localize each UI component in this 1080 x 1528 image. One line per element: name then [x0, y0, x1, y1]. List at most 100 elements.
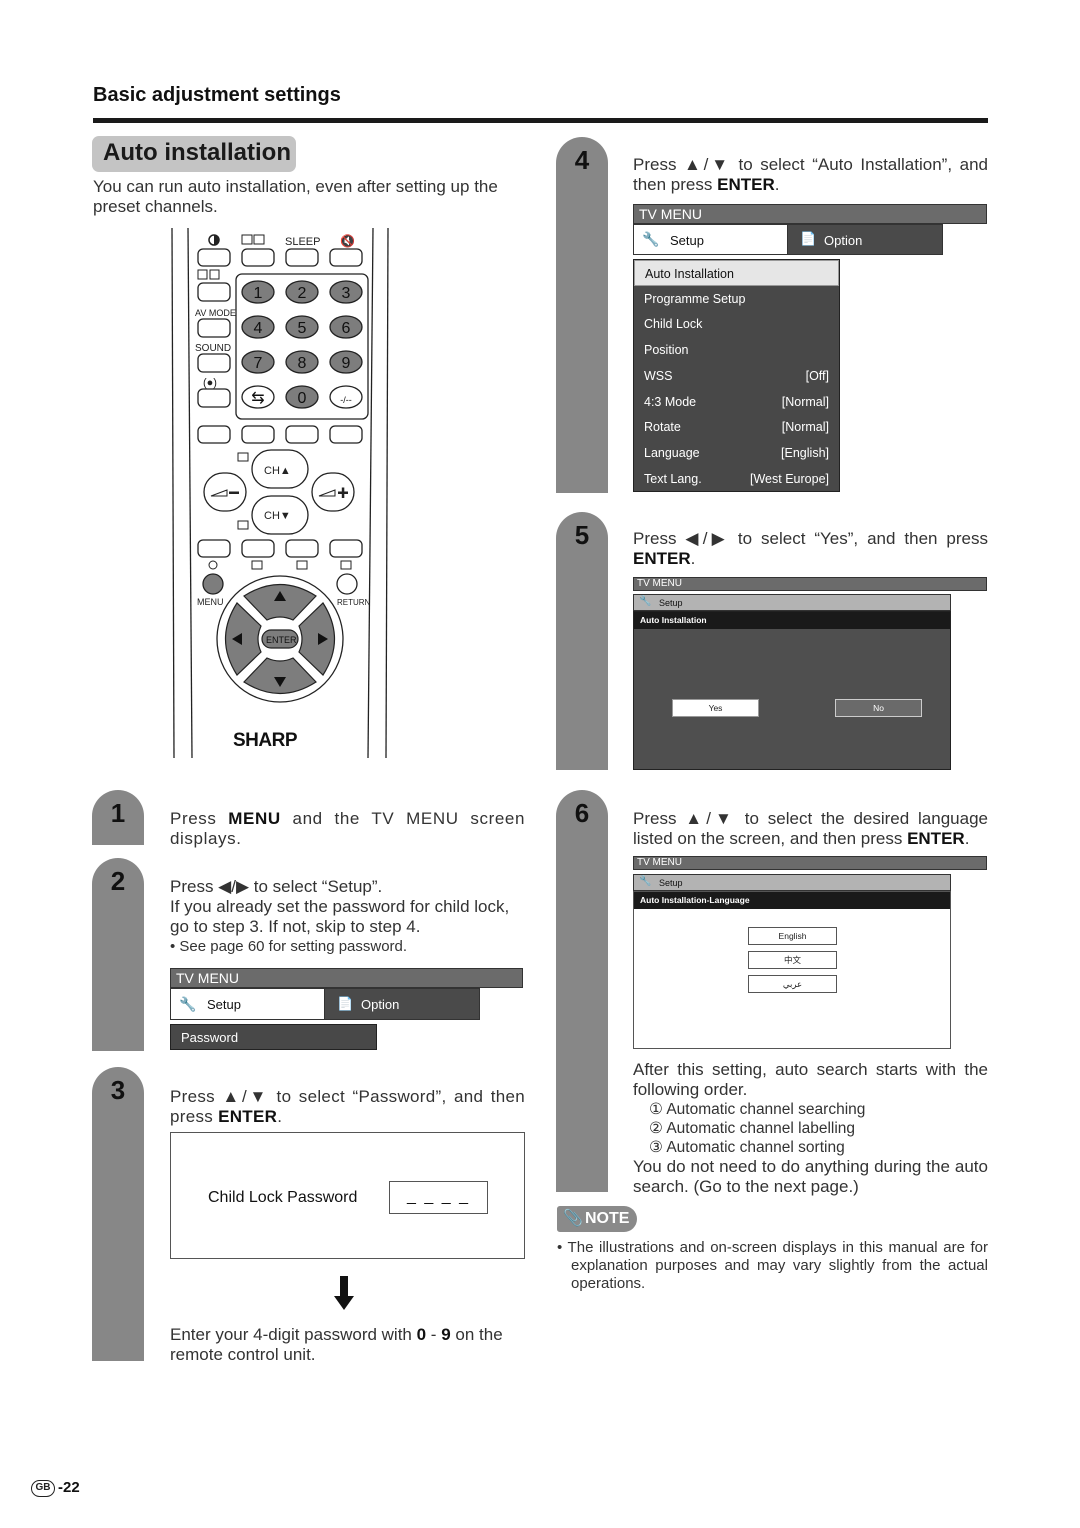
- step-1-text: Press MENU and the TV MENU screen displa…: [170, 809, 526, 848]
- return-button: [336, 573, 358, 595]
- dialog-header: Auto Installation-Language: [634, 892, 950, 909]
- tab-option[interactable]: 📄 Option: [787, 224, 943, 255]
- setup-header: 🔧 Setup: [633, 874, 951, 891]
- sleep-label: SLEEP: [285, 236, 320, 248]
- order-item: ① Automatic channel searching: [649, 1101, 866, 1118]
- menu-item-label: Rotate: [644, 420, 681, 435]
- number-key-label: 1: [254, 285, 263, 302]
- step-tab-5: 5: [556, 512, 608, 770]
- step-6-text: Press ▲/▼ to select the desired language…: [633, 809, 988, 848]
- step-3-after-text: Enter your 4-digit password with 0 - 9 o…: [170, 1325, 503, 1364]
- order-list: ① Automatic channel searching ② Automati…: [633, 1100, 988, 1157]
- menu-item-label: Auto Installation: [645, 267, 734, 281]
- tab-option[interactable]: 📄 Option: [324, 988, 480, 1020]
- tab-setup[interactable]: 🔧 Setup: [170, 988, 325, 1020]
- step-4-text: Press ▲/▼ to select “Auto Installation”,…: [633, 155, 988, 194]
- password-dialog: Child Lock Password _ _ _ _: [170, 1132, 525, 1259]
- setup-icon: 🔧: [642, 231, 660, 247]
- down-arrow-icon: [334, 1276, 354, 1310]
- setup-icon: 🔧: [179, 996, 197, 1012]
- remote-control: SLEEP 🔇 AV MODE SOUND (●) 1 2 3 4 5 6 7 8 9 ⇆ 0 -/-…: [170, 227, 390, 759]
- step-tab-1: 1: [92, 790, 144, 845]
- menu-item-value: [Normal]: [781, 420, 829, 435]
- remote-outline-right-inner: [367, 227, 374, 759]
- number-key-label: ⇆: [251, 390, 264, 407]
- tv-menu-title: TV MENU: [633, 577, 987, 591]
- menu-item[interactable]: Child Lock: [634, 311, 839, 337]
- setup-icon: 🔧: [639, 876, 652, 887]
- language-option-english[interactable]: English: [748, 927, 837, 945]
- language-option-arabic[interactable]: عربي: [748, 975, 837, 993]
- tab-setup[interactable]: 🔧 Setup: [633, 224, 788, 255]
- option-icon: 📄: [337, 996, 354, 1011]
- number-key-label: -/--: [340, 395, 352, 405]
- menu-item-password[interactable]: Password: [170, 1024, 377, 1050]
- language-option-chinese[interactable]: 中文: [748, 951, 837, 969]
- page-number: -22: [58, 1479, 80, 1496]
- menu-item-value: [English]: [781, 445, 829, 460]
- brand-logo: SHARP: [233, 730, 298, 751]
- menu-item[interactable]: Auto Installation: [634, 260, 839, 286]
- language-dialog: Auto Installation-Language English 中文 عر…: [633, 891, 951, 1049]
- number-key-label: 4: [254, 320, 263, 337]
- menu-item-label: Child Lock: [644, 317, 703, 332]
- setup-menu-list: Auto Installation Programme Setup Child Lo…: [633, 259, 840, 492]
- order-item: ③ Automatic channel sorting: [649, 1139, 845, 1156]
- page-heading: Auto installation: [103, 139, 291, 166]
- av-mode-label: AV MODE: [195, 308, 236, 318]
- number-key-label: 9: [342, 355, 351, 372]
- menu-item[interactable]: 4:3 Mode [Normal]: [634, 389, 839, 415]
- step-tab-2: 2: [92, 858, 144, 1051]
- setup-icon: 🔧: [639, 596, 652, 607]
- step-number: 1: [110, 798, 126, 828]
- step-5-text: Press ◀/▶ to select “Yes”, and then pres…: [633, 529, 988, 568]
- header-rule: [93, 118, 988, 123]
- step-number: 4: [574, 145, 590, 175]
- step-tab-4: 4: [556, 137, 608, 493]
- step-number: 6: [574, 798, 590, 828]
- menu-item[interactable]: Position: [634, 337, 839, 363]
- menu-item-label: Position: [644, 343, 689, 358]
- note-text: • The illustrations and on-screen displa…: [557, 1239, 988, 1292]
- step-number: 2: [110, 866, 126, 896]
- menu-item-label: 4:3 Mode: [644, 394, 697, 409]
- volume-down-button: [203, 472, 247, 512]
- menu-item[interactable]: Text Lang. [West Europe]: [634, 466, 839, 492]
- wide-button: [241, 248, 275, 267]
- ch-up-label: CH▲: [264, 465, 291, 477]
- return-label: RETURN: [337, 598, 371, 607]
- enter-label: ENTER: [266, 635, 297, 645]
- menu-item[interactable]: Rotate [Normal]: [634, 414, 839, 440]
- ch-down-label: CH▼: [264, 510, 291, 522]
- svg-text:🔇: 🔇: [340, 234, 355, 248]
- tv-menu-title: TV MENU: [633, 856, 987, 870]
- number-key-label: 3: [342, 285, 351, 302]
- remote-outline-right: [385, 227, 389, 759]
- menu-item-label: Text Lang.: [644, 471, 702, 486]
- password-input[interactable]: _ _ _ _: [389, 1181, 488, 1214]
- step-3-text: Press ▲/▼ to select “Password”, and then…: [170, 1087, 525, 1126]
- svg-text:(●): (●): [203, 377, 217, 389]
- auto-install-dialog: Auto Installation Yes No: [633, 611, 951, 770]
- step-2-bullet: • See page 60 for setting password.: [170, 938, 408, 955]
- menu-item[interactable]: WSS [Off]: [634, 363, 839, 389]
- number-key-label: 2: [298, 285, 307, 302]
- order-item: ② Automatic channel labelling: [649, 1120, 856, 1137]
- sound-label: SOUND: [195, 343, 231, 354]
- step-tab-6: 6: [556, 790, 608, 1192]
- yes-button[interactable]: Yes: [672, 699, 759, 717]
- menu-item[interactable]: Language [English]: [634, 440, 839, 466]
- menu-item-label: Programme Setup: [644, 291, 746, 306]
- menu-item-value: [Off]: [805, 368, 829, 383]
- step-2-line2: If you already set the password for chil…: [170, 897, 510, 936]
- menu-item[interactable]: Programme Setup: [634, 286, 839, 312]
- number-key-label: 8: [298, 355, 307, 372]
- tv-menu-title: TV MENU: [633, 204, 987, 224]
- menu-item-label: WSS: [644, 368, 673, 383]
- remote-outline-left: [171, 227, 175, 759]
- step-number: 5: [574, 520, 590, 550]
- no-button[interactable]: No: [835, 699, 922, 717]
- sleep-button: [285, 248, 319, 267]
- remote-outline-left-inner: [187, 227, 193, 759]
- step-number: 3: [110, 1075, 126, 1105]
